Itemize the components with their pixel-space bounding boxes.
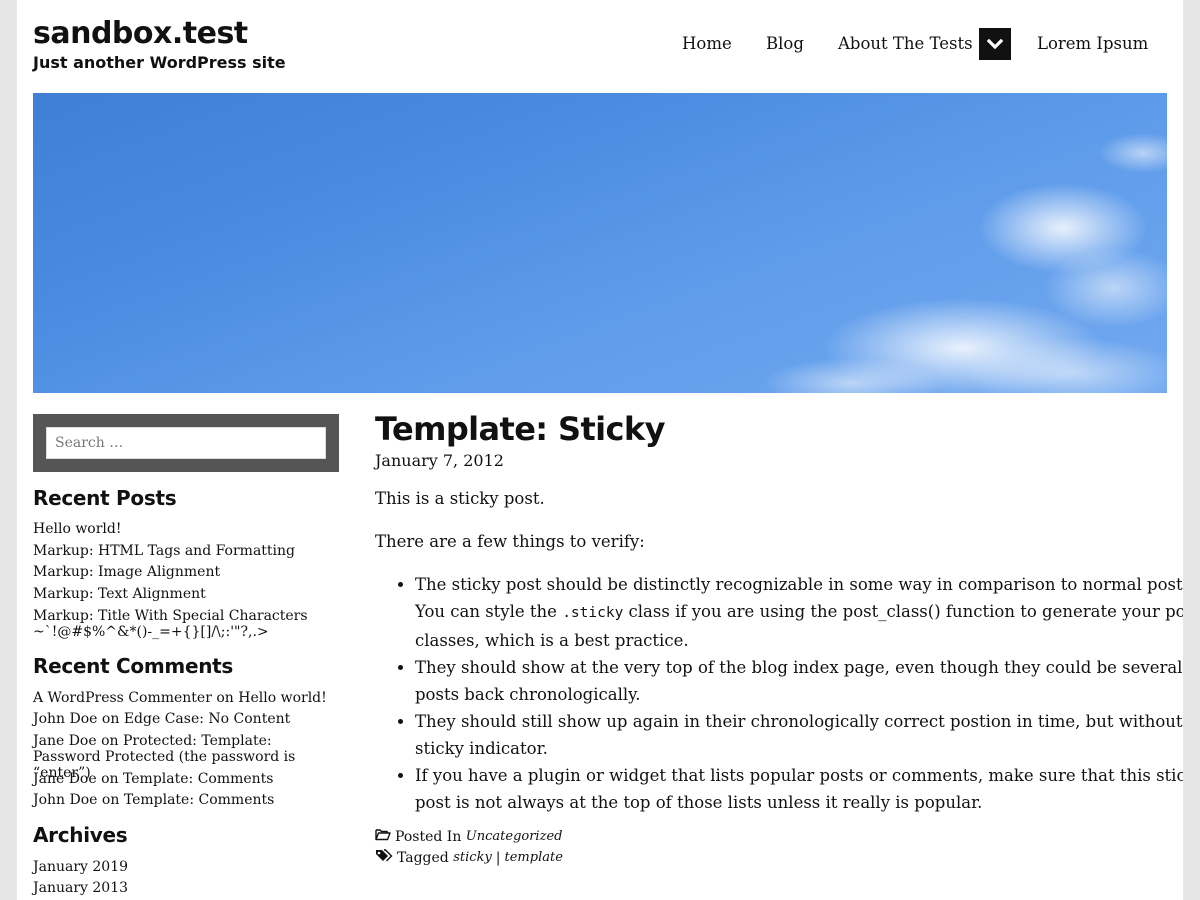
post-checklist: The sticky post should be distinctly rec…	[375, 571, 1183, 816]
comment-post-link[interactable]: Hello world!	[238, 690, 327, 706]
site-title[interactable]: sandbox.test	[33, 16, 248, 52]
list-item: Jane Doe on Template: Comments	[33, 771, 343, 792]
recent-post-link[interactable]: Markup: HTML Tags and Formatting	[33, 543, 295, 559]
archive-link[interactable]: January 2013	[33, 880, 128, 896]
list-item: If you have a plugin or widget that list…	[415, 762, 1183, 816]
comment-on: on	[101, 771, 119, 787]
nav-item-blog[interactable]: Blog	[766, 34, 804, 53]
comment-author: Jane Doe	[33, 733, 97, 749]
list-item: Hello world!	[33, 521, 343, 543]
archive-link[interactable]: January 2019	[33, 859, 128, 875]
comment-post-link[interactable]: Edge Case: No Content	[124, 711, 290, 727]
search-input[interactable]	[46, 427, 326, 459]
list-item: A WordPress Commenter on Hello world!	[33, 690, 343, 711]
list-item: Markup: HTML Tags and Formatting	[33, 543, 343, 564]
submenu-toggle-button[interactable]	[979, 28, 1011, 60]
comment-on: on	[101, 711, 120, 727]
list-item: They should still show up again in their…	[415, 708, 1183, 762]
tags-icon	[375, 849, 393, 867]
recent-post-link[interactable]: Markup: Title With Special Characters ~`…	[33, 608, 308, 640]
folder-open-icon	[375, 828, 391, 846]
list-item: The sticky post should be distinctly rec…	[415, 571, 1183, 654]
list-item: Markup: Image Alignment	[33, 564, 343, 586]
tagged-label: Tagged	[397, 850, 449, 866]
comment-on: on	[216, 690, 234, 706]
tag-separator: |	[495, 850, 501, 866]
list-item: John Doe on Template: Comments	[33, 792, 343, 808]
nav-item-lorem-ipsum[interactable]: Lorem Ipsum	[1037, 34, 1148, 53]
sticky-class-code: .sticky	[562, 605, 624, 621]
archives-heading: Archives	[33, 823, 128, 847]
tag-link-sticky[interactable]: sticky	[453, 849, 492, 867]
post-title[interactable]: Template: Sticky	[375, 410, 665, 448]
nav-item-about-the-tests[interactable]: About The Tests	[838, 34, 973, 53]
header-image	[33, 93, 1167, 393]
recent-post-link[interactable]: Markup: Text Alignment	[33, 586, 206, 602]
page: sandbox.test Just another WordPress site…	[17, 0, 1183, 900]
tag-link-template[interactable]: template	[505, 849, 563, 867]
list-item: January 2019	[33, 859, 343, 880]
list-item: They should show at the very top of the …	[415, 654, 1183, 708]
post-content: This is a sticky post. There are a few t…	[375, 485, 1183, 812]
site-description: Just another WordPress site	[33, 53, 286, 72]
post-date[interactable]: January 7, 2012	[375, 451, 504, 470]
chevron-down-icon	[986, 38, 1004, 50]
posted-in-label: Posted In	[395, 829, 462, 845]
search-widget	[33, 414, 339, 472]
nav-item-home[interactable]: Home	[682, 34, 732, 53]
comment-on: on	[101, 733, 119, 749]
recent-comments-list: A WordPress Commenter on Hello world! Jo…	[33, 690, 343, 808]
list-item: John Doe on Edge Case: No Content	[33, 711, 343, 733]
comment-author: A WordPress Commenter	[33, 690, 212, 706]
comment-on: on	[101, 792, 120, 808]
list-item: Markup: Title With Special Characters ~`…	[33, 608, 343, 640]
comment-author: Jane Doe	[33, 771, 97, 787]
post-intro: This is a sticky post.	[375, 489, 545, 508]
recent-posts-heading: Recent Posts	[33, 486, 177, 510]
recent-post-link[interactable]: Hello world!	[33, 521, 122, 537]
recent-post-link[interactable]: Markup: Image Alignment	[33, 564, 220, 580]
post-tags: Tagged sticky | template	[375, 849, 563, 867]
comment-post-link[interactable]: Template: Comments	[123, 771, 273, 787]
recent-posts-list: Hello world! Markup: HTML Tags and Forma…	[33, 521, 343, 640]
comment-author: John Doe	[33, 711, 98, 727]
comment-post-link[interactable]: Template: Comments	[124, 792, 274, 808]
archives-list: January 2019 January 2013	[33, 859, 343, 896]
list-item: January 2013	[33, 880, 343, 896]
post-categories: Posted In Uncategorized	[375, 828, 562, 846]
category-link[interactable]: Uncategorized	[466, 828, 563, 846]
list-item: Markup: Text Alignment	[33, 586, 343, 608]
recent-comments-heading: Recent Comments	[33, 654, 234, 678]
comment-author: John Doe	[33, 792, 98, 808]
list-item: Jane Doe on Protected: Template: Passwor…	[33, 733, 343, 781]
post-lead: There are a few things to verify:	[375, 532, 645, 551]
